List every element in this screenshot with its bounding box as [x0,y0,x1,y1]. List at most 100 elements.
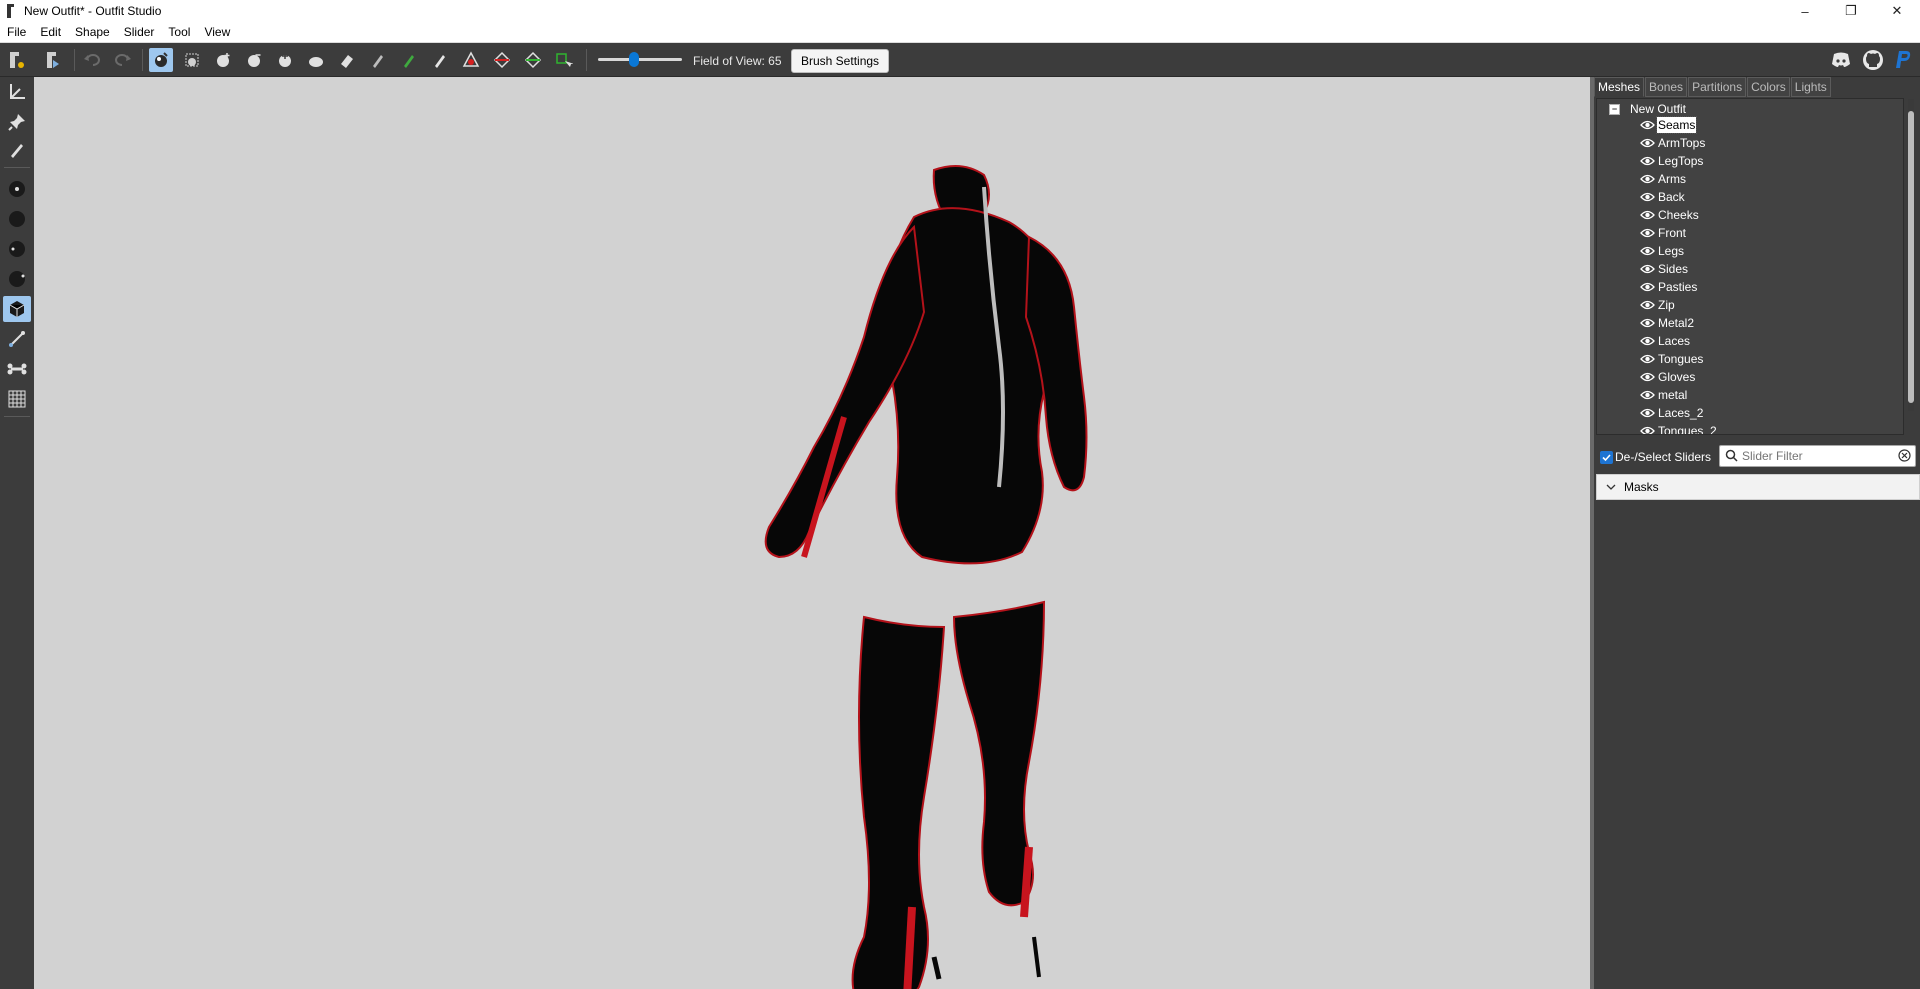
visibility-eye-icon[interactable] [1640,264,1655,274]
mask-brush-icon[interactable] [180,48,204,72]
visibility-eye-icon[interactable] [1640,282,1655,292]
mesh-item[interactable]: Laces_2 [1640,404,1704,422]
tree-root[interactable]: − New Outfit [1609,101,1686,117]
mesh-item[interactable]: Tongues_2 [1640,422,1718,435]
slider-filter-input[interactable] [1742,448,1890,464]
collapse-toggle[interactable]: − [1609,103,1620,115]
smooth-brush-icon[interactable] [304,48,328,72]
redo-icon[interactable] [111,48,135,72]
collapse-vertex-icon[interactable] [459,48,483,72]
visibility-eye-icon[interactable] [1640,390,1655,400]
sphere-icon[interactable] [3,236,31,262]
visibility-eye-icon[interactable] [1640,336,1655,346]
new-project-icon[interactable] [4,48,28,72]
menu-view[interactable]: View [197,25,237,39]
visibility-eye-icon[interactable] [1640,372,1655,382]
fov-slider-track[interactable] [598,58,682,61]
color-brush-icon[interactable] [397,48,421,72]
tab-colors[interactable]: Colors [1747,77,1790,97]
tab-meshes[interactable]: Meshes [1594,77,1645,97]
mesh-item[interactable]: Tongues [1640,350,1704,368]
mesh-item[interactable]: Metal2 [1640,314,1695,332]
mesh-item[interactable]: Cheeks [1640,206,1700,224]
move-brush-icon[interactable] [273,48,297,72]
maximize-button[interactable]: ❐ [1828,0,1874,22]
grid-icon[interactable] [3,386,31,412]
mesh-item[interactable]: Arms [1640,170,1687,188]
visibility-eye-icon[interactable] [1640,192,1655,202]
vertex-select-icon[interactable] [3,176,31,202]
split-edge-icon[interactable] [521,48,545,72]
mesh-item[interactable]: Laces [1640,332,1691,350]
mesh-item[interactable]: Front [1640,224,1687,242]
main-toolbar: Field of View: 65 Brush Settings [0,43,1920,77]
brush-settings-button[interactable]: Brush Settings [791,49,890,73]
3d-viewport[interactable] [34,77,1590,989]
sphere-light-icon[interactable] [3,266,31,292]
minimize-button[interactable]: – [1782,0,1828,22]
paypal-icon[interactable] [1893,49,1915,71]
fov-label: Field of View: 65 [693,54,782,68]
brush-icon[interactable] [3,137,31,163]
inflate-brush-icon[interactable] [211,48,235,72]
visibility-eye-icon[interactable] [1640,246,1655,256]
visibility-eye-icon[interactable] [1640,354,1655,364]
tree-scrollbar[interactable] [1908,99,1914,411]
deselect-sliders-checkbox[interactable] [1600,451,1613,464]
tab-lights[interactable]: Lights [1790,77,1831,97]
alpha-brush-icon[interactable] [428,48,452,72]
visibility-eye-icon[interactable] [1640,426,1655,435]
tab-bones[interactable]: Bones [1645,77,1688,97]
vertex-dot-icon[interactable] [3,206,31,232]
visibility-eye-icon[interactable] [1640,138,1655,148]
fov-slider-thumb[interactable] [629,52,639,67]
flip-edge-icon[interactable] [490,48,514,72]
transform-icon[interactable] [3,79,31,105]
pivot-icon[interactable] [3,109,31,135]
mesh-item[interactable]: Back [1640,188,1686,206]
menu-shape[interactable]: Shape [68,25,117,39]
discord-icon[interactable] [1830,49,1852,71]
visibility-eye-icon[interactable] [1640,174,1655,184]
mesh-item[interactable]: Sides [1640,260,1689,278]
menu-tool[interactable]: Tool [161,25,197,39]
mesh-item[interactable]: LegTops [1640,152,1704,170]
masks-section[interactable]: Masks [1596,474,1920,500]
mesh-item[interactable]: metal [1640,386,1688,404]
slider-filter-box[interactable] [1719,445,1916,467]
mesh-item[interactable]: Legs [1640,242,1685,260]
tree-scrollbar-thumb[interactable] [1908,111,1914,403]
close-button[interactable]: ✕ [1874,0,1920,22]
tab-partitions[interactable]: Partitions [1688,77,1747,97]
visibility-eye-icon[interactable] [1640,210,1655,220]
weight-brush-icon[interactable] [366,48,390,72]
bone-icon[interactable] [3,356,31,382]
mesh-tree[interactable]: − New Outfit Seams ArmTops LegTops Arms Back… [1596,98,1904,435]
deflate-brush-icon[interactable] [242,48,266,72]
undo-icon[interactable] [80,48,104,72]
menu-edit[interactable]: Edit [33,25,68,39]
mesh-label: Tongues_2 [1658,424,1717,435]
visibility-eye-icon[interactable] [1640,156,1655,166]
open-project-icon[interactable] [41,48,65,72]
eraser-brush-icon[interactable] [335,48,359,72]
visibility-eye-icon[interactable] [1640,120,1655,130]
cube-icon[interactable] [3,296,31,322]
mesh-label: Legs [1658,244,1685,258]
delete-vertex-icon[interactable] [552,48,576,72]
visibility-eye-icon[interactable] [1640,228,1655,238]
select-brush-icon[interactable] [149,48,173,72]
mesh-item[interactable]: Gloves [1640,368,1696,386]
menu-slider[interactable]: Slider [117,25,162,39]
visibility-eye-icon[interactable] [1640,300,1655,310]
menu-file[interactable]: File [0,25,33,39]
mesh-item[interactable]: ArmTops [1640,134,1706,152]
segment-icon[interactable] [3,326,31,352]
mesh-item[interactable]: Seams [1640,116,1698,134]
mesh-item[interactable]: Pasties [1640,278,1698,296]
mesh-item[interactable]: Zip [1640,296,1676,314]
visibility-eye-icon[interactable] [1640,318,1655,328]
github-icon[interactable] [1862,49,1884,71]
visibility-eye-icon[interactable] [1640,408,1655,418]
clear-filter-icon[interactable] [1898,449,1911,462]
